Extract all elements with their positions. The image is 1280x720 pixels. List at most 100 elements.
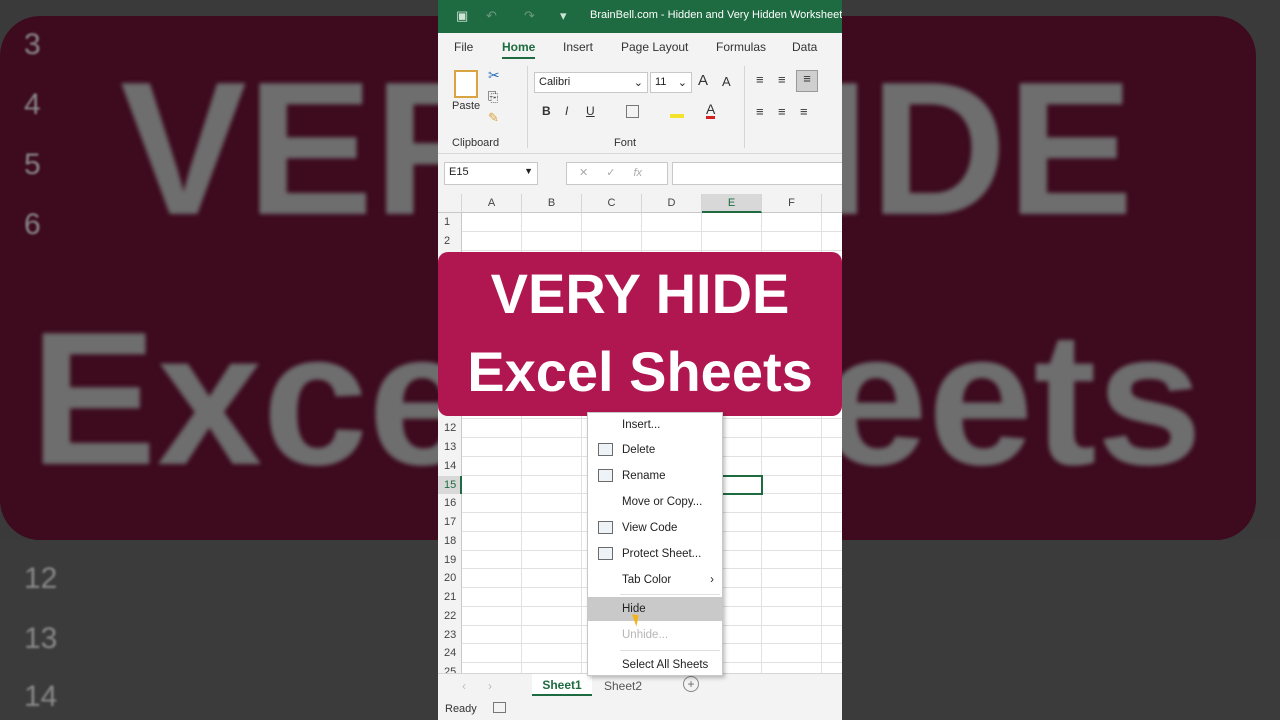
row-header[interactable]: 22 — [438, 606, 462, 626]
menu-item-label: Move or Copy... — [622, 496, 703, 508]
cancel-icon[interactable]: ✕ — [579, 167, 588, 179]
title-bar: ▣ ↶ ↷ ▾ BrainBell.com - Hidden and Very … — [438, 0, 842, 33]
menu-separator — [620, 594, 720, 595]
column-header[interactable]: F — [762, 194, 822, 213]
row-header[interactable]: 23 — [438, 625, 462, 645]
menu-item-hide[interactable]: Hide — [588, 597, 722, 621]
row-header[interactable]: 24 — [438, 644, 462, 663]
insert-function-button[interactable]: fx — [633, 167, 642, 179]
copy-icon[interactable]: ⎘ — [488, 89, 498, 105]
row-header[interactable]: 20 — [438, 569, 462, 588]
align-center-icon[interactable]: ≡ — [778, 104, 786, 119]
column-header[interactable]: B — [522, 194, 582, 213]
autosave-icon[interactable]: ▣ — [456, 8, 468, 24]
align-left-icon[interactable]: ≡ — [756, 104, 764, 119]
row-header[interactable]: 12 — [438, 419, 462, 438]
menu-item-label: Tab Color — [622, 574, 672, 586]
formula-input[interactable] — [672, 162, 842, 185]
redo-icon[interactable]: ↷ — [524, 8, 535, 24]
status-bar: Ready — [438, 698, 842, 720]
ribbon-tabs: File Home Insert Page Layout Formulas Da… — [438, 33, 842, 62]
bg-row-number: 3 — [24, 28, 41, 61]
banner-line2: Excel Sheets — [467, 340, 813, 403]
tab-data[interactable]: Data — [792, 40, 817, 54]
tab-home[interactable]: Home — [502, 40, 536, 59]
row-header[interactable]: 2 — [438, 231, 462, 251]
accessibility-icon[interactable] — [493, 702, 506, 713]
chevron-down-icon: ⌄ — [677, 77, 687, 89]
column-header[interactable]: A — [462, 194, 522, 213]
bg-row-number: 14 — [24, 680, 58, 713]
delete-sheet-icon — [598, 443, 613, 456]
underline-button[interactable]: U — [586, 104, 595, 118]
menu-item-move-or-copy[interactable]: Move or Copy... — [588, 490, 722, 514]
row-header[interactable]: 14 — [438, 456, 462, 476]
row-header[interactable]: 21 — [438, 588, 462, 607]
font-color-button[interactable]: A — [706, 102, 716, 119]
sheet-tab-sheet1[interactable]: Sheet1 — [532, 674, 592, 696]
bold-button[interactable]: B — [542, 104, 551, 118]
scroll-tabs-left-icon[interactable]: ‹ — [462, 679, 466, 693]
row-gridline — [462, 230, 842, 232]
paste-button[interactable]: Paste — [452, 100, 480, 112]
menu-item-protect-sheet[interactable]: Protect Sheet... — [588, 542, 722, 566]
italic-button[interactable]: I — [565, 104, 568, 118]
sheet-tab-sheet2[interactable]: Sheet2 — [604, 679, 642, 693]
menu-item-delete[interactable]: Delete — [588, 438, 722, 462]
window-title: BrainBell.com - Hidden and Very Hidden W… — [590, 9, 842, 21]
name-box[interactable]: E15 ▼ — [444, 162, 538, 185]
tab-page-layout[interactable]: Page Layout — [621, 40, 688, 54]
menu-item-insert[interactable]: Insert... — [588, 413, 722, 437]
align-middle-icon[interactable]: ≡ — [778, 72, 786, 87]
fill-color-icon[interactable] — [670, 104, 684, 118]
formula-bar: E15 ▼ ✕ ✓ fx — [438, 154, 842, 194]
align-bottom-icon[interactable]: ≡ — [796, 70, 818, 92]
menu-item-rename[interactable]: Rename — [588, 464, 722, 488]
row-gridline — [462, 249, 842, 251]
row-header[interactable]: 17 — [438, 513, 462, 532]
undo-icon[interactable]: ↶ — [486, 8, 497, 24]
enter-icon[interactable]: ✓ — [606, 167, 615, 179]
tab-insert[interactable]: Insert — [563, 40, 593, 54]
menu-item-tab-color[interactable]: Tab Color › — [588, 568, 722, 592]
font-name-select[interactable]: Calibri ⌄ — [534, 72, 648, 93]
tab-file[interactable]: File — [454, 40, 473, 54]
menu-item-label: View Code — [622, 522, 678, 534]
row-header[interactable]: 19 — [438, 550, 462, 570]
bg-row-number: 4 — [24, 88, 41, 121]
grow-font-button[interactable]: A — [698, 72, 708, 89]
name-box-value: E15 — [449, 166, 469, 178]
add-sheet-button[interactable]: + — [683, 676, 699, 692]
title-banner: VERY HIDE Excel Sheets — [438, 252, 842, 416]
row-header[interactable]: 16 — [438, 494, 462, 513]
font-size-select[interactable]: 11 ⌄ — [650, 72, 692, 93]
menu-item-view-code[interactable]: View Code — [588, 516, 722, 540]
clipboard-group-label: Clipboard — [452, 137, 500, 149]
scroll-tabs-right-icon[interactable]: › — [488, 679, 492, 693]
borders-icon[interactable] — [626, 105, 639, 118]
format-painter-icon[interactable]: ✎ — [488, 110, 499, 126]
paste-icon[interactable] — [454, 70, 478, 98]
font-size-value: 11 — [655, 76, 667, 88]
chevron-down-icon: ⌄ — [633, 77, 643, 89]
column-header[interactable] — [822, 194, 842, 213]
row-header[interactable]: 18 — [438, 531, 462, 551]
tab-formulas[interactable]: Formulas — [716, 40, 766, 54]
cut-icon[interactable]: ✂ — [488, 67, 500, 84]
column-header[interactable]: E — [702, 194, 762, 213]
menu-separator — [620, 650, 720, 651]
align-top-icon[interactable]: ≡ — [756, 72, 764, 87]
menu-item-select-all-sheets[interactable]: Select All Sheets — [588, 653, 722, 677]
select-all-corner[interactable] — [438, 194, 462, 213]
column-header[interactable]: D — [642, 194, 702, 213]
menu-item-unhide: Unhide... — [588, 623, 722, 647]
row-header[interactable]: 13 — [438, 438, 462, 457]
row-header[interactable]: 1 — [438, 213, 462, 232]
menu-item-label: Protect Sheet... — [622, 548, 702, 560]
column-header[interactable]: C — [582, 194, 642, 213]
customize-toolbar-icon[interactable]: ▾ — [560, 8, 567, 24]
align-right-icon[interactable]: ≡ — [800, 104, 808, 119]
shrink-font-button[interactable]: A — [722, 74, 731, 89]
row-header[interactable]: 15 — [438, 475, 462, 495]
menu-item-label: Delete — [622, 444, 656, 456]
